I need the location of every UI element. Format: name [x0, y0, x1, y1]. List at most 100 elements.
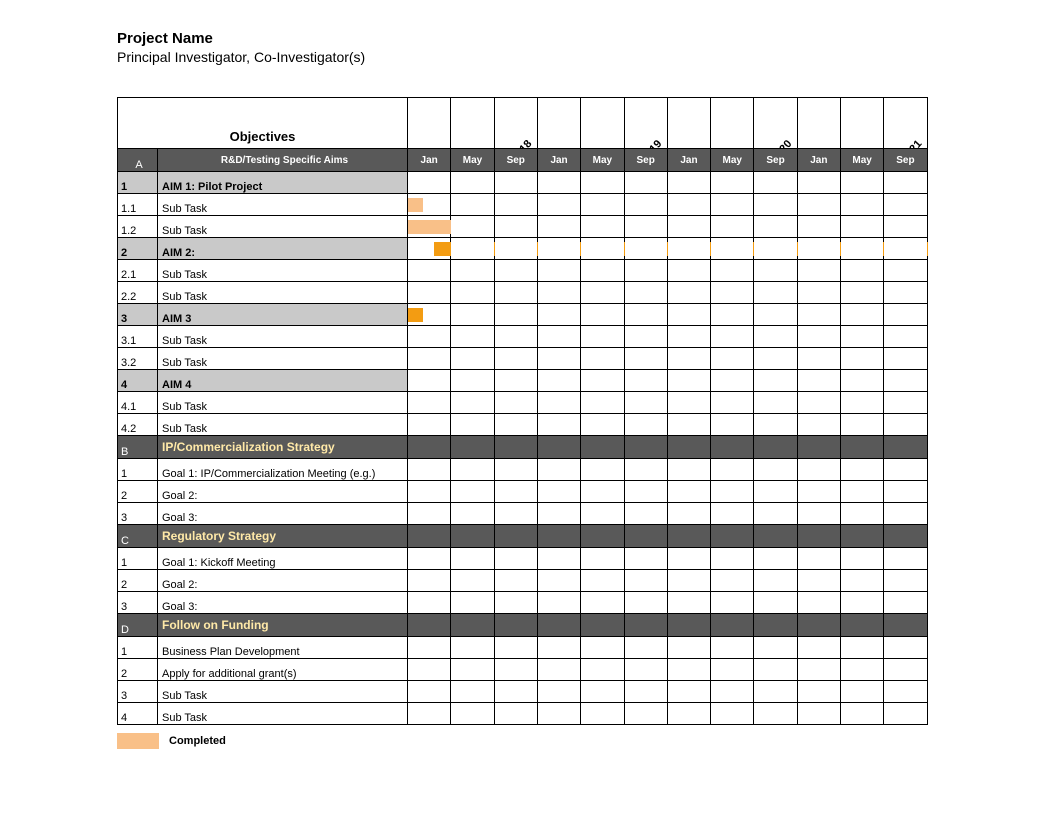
gantt-cell	[451, 592, 494, 614]
gantt-cell	[494, 282, 537, 304]
gantt-cell	[494, 592, 537, 614]
gantt-cell	[797, 370, 840, 392]
gantt-cell	[624, 459, 667, 481]
gantt-cell	[537, 238, 580, 260]
gantt-cell	[451, 304, 494, 326]
table-row: 3.1Sub Task	[118, 326, 928, 348]
section-id: A	[118, 149, 158, 172]
gantt-cell	[884, 592, 927, 614]
row-id: 2	[118, 659, 158, 681]
row-id: 1	[118, 548, 158, 570]
row-id: 2.2	[118, 282, 158, 304]
gantt-cell	[711, 548, 754, 570]
gantt-cell	[797, 681, 840, 703]
gantt-cell	[624, 304, 667, 326]
gantt-cell	[667, 637, 710, 659]
section-spacer	[667, 525, 710, 548]
section-title: IP/Commercialization Strategy	[158, 436, 408, 459]
table-row: 3Goal 3:	[118, 503, 928, 525]
gantt-cell	[494, 326, 537, 348]
section-spacer	[408, 436, 451, 459]
gantt-cell	[408, 392, 451, 414]
year-label: 2018	[510, 138, 535, 149]
year-label: 2020	[769, 138, 794, 149]
gantt-cell	[884, 659, 927, 681]
row-label: Goal 2:	[158, 570, 408, 592]
gantt-cell	[840, 304, 883, 326]
gantt-cell	[624, 282, 667, 304]
gantt-cell	[797, 481, 840, 503]
month-header: May	[840, 149, 883, 172]
gantt-cell	[884, 481, 927, 503]
gantt-cell	[537, 392, 580, 414]
gantt-cell	[797, 592, 840, 614]
gantt-cell	[884, 370, 927, 392]
row-label: Sub Task	[158, 282, 408, 304]
section-spacer	[840, 436, 883, 459]
section-spacer	[408, 614, 451, 637]
gantt-cell	[537, 348, 580, 370]
row-id: 1	[118, 172, 158, 194]
section-spacer	[408, 525, 451, 548]
gantt-cell	[711, 703, 754, 725]
gantt-cell	[711, 172, 754, 194]
table-row: 1Goal 1: Kickoff Meeting	[118, 548, 928, 570]
gantt-cell	[754, 304, 797, 326]
gantt-cell	[754, 548, 797, 570]
gantt-cell	[667, 348, 710, 370]
gantt-cell	[884, 194, 927, 216]
table-row: 2.1Sub Task	[118, 260, 928, 282]
row-label: AIM 3	[158, 304, 408, 326]
gantt-cell	[711, 282, 754, 304]
gantt-cell	[624, 414, 667, 436]
table-row: 4.1Sub Task	[118, 392, 928, 414]
section-spacer	[451, 525, 494, 548]
gantt-cell	[624, 392, 667, 414]
section-spacer	[451, 614, 494, 637]
gantt-cell	[537, 659, 580, 681]
gantt-cell	[667, 326, 710, 348]
gantt-cell	[494, 703, 537, 725]
gantt-cell	[408, 570, 451, 592]
section-spacer	[581, 525, 624, 548]
row-label: AIM 4	[158, 370, 408, 392]
gantt-cell	[408, 326, 451, 348]
month-header: Sep	[624, 149, 667, 172]
section-id: D	[118, 614, 158, 637]
gantt-cell	[624, 681, 667, 703]
gantt-cell	[451, 681, 494, 703]
gantt-cell	[754, 238, 797, 260]
table-row: 2Apply for additional grant(s)	[118, 659, 928, 681]
row-label: Goal 2:	[158, 481, 408, 503]
gantt-cell	[884, 503, 927, 525]
table-row: 1Goal 1: IP/Commercialization Meeting (e…	[118, 459, 928, 481]
month-header: Jan	[797, 149, 840, 172]
gantt-cell	[797, 414, 840, 436]
table-row: 2Goal 2:	[118, 570, 928, 592]
month-header: Sep	[754, 149, 797, 172]
section-id: B	[118, 436, 158, 459]
gantt-cell	[624, 659, 667, 681]
section-spacer	[537, 525, 580, 548]
gantt-cell	[537, 459, 580, 481]
gantt-cell	[494, 659, 537, 681]
gantt-cell	[581, 592, 624, 614]
gantt-cell	[884, 216, 927, 238]
gantt-cell	[667, 481, 710, 503]
gantt-cell	[754, 194, 797, 216]
gantt-cell	[408, 238, 451, 260]
gantt-cell	[451, 459, 494, 481]
gantt-cell	[494, 459, 537, 481]
gantt-cell	[754, 370, 797, 392]
table-row: 1.2Sub Task	[118, 216, 928, 238]
gantt-cell	[840, 392, 883, 414]
gantt-cell	[797, 216, 840, 238]
gantt-cell	[711, 370, 754, 392]
table-row: 4AIM 4	[118, 370, 928, 392]
gantt-cell	[624, 703, 667, 725]
gantt-cell	[754, 659, 797, 681]
gantt-cell	[840, 348, 883, 370]
month-header: Jan	[408, 149, 451, 172]
gantt-cell	[408, 548, 451, 570]
gantt-cell	[451, 194, 494, 216]
